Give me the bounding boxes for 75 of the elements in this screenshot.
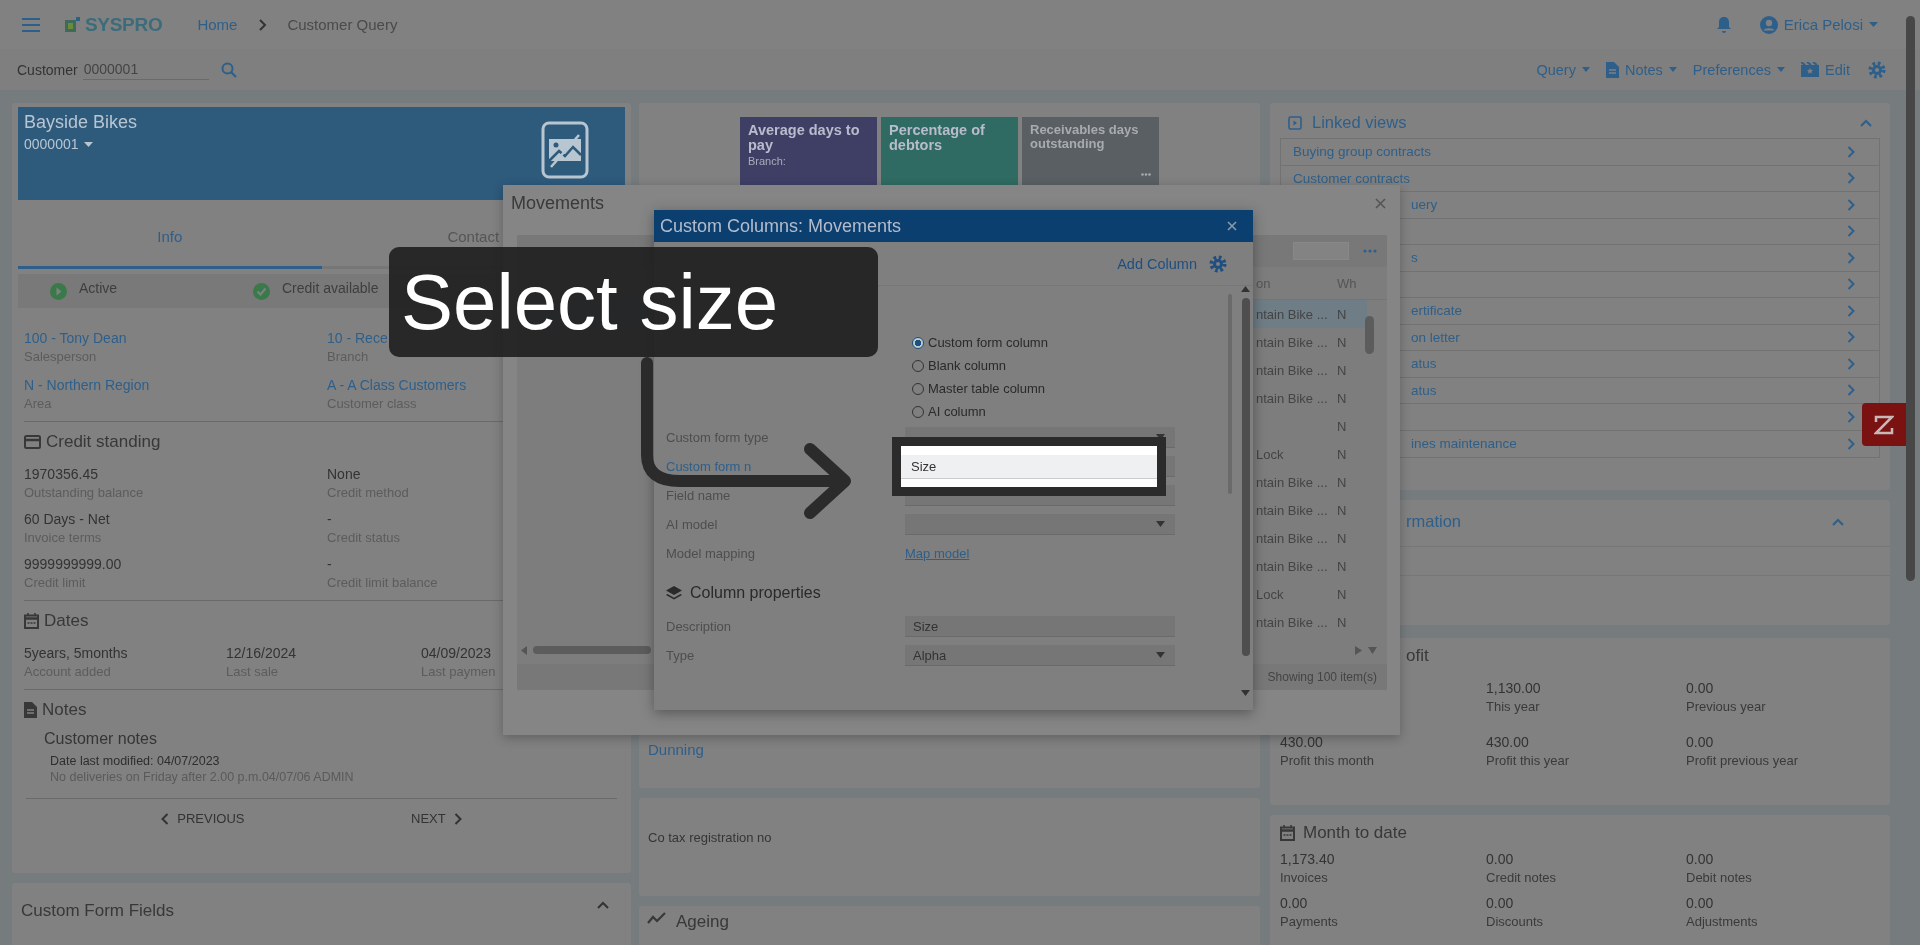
table-cell: ntain Bike ... bbox=[1256, 502, 1328, 518]
table-cell: N bbox=[1337, 474, 1347, 490]
field-label: Discounts bbox=[1486, 914, 1544, 929]
table-cell: N bbox=[1337, 558, 1347, 574]
customer-label: Customer bbox=[17, 61, 78, 78]
card-title: ofit bbox=[1406, 646, 1429, 666]
field-label: Debit notes bbox=[1686, 870, 1752, 885]
field-value: 9999999999.00 bbox=[24, 556, 122, 572]
section-heading: Column properties bbox=[690, 584, 821, 602]
section-title: Notes bbox=[42, 700, 87, 720]
field-value: 0.00 bbox=[1486, 851, 1515, 867]
field-label: Profit this year bbox=[1486, 753, 1570, 768]
field-label: This year bbox=[1486, 699, 1541, 714]
field-value: 5years, 5months bbox=[24, 645, 128, 661]
field-label: Previous year bbox=[1686, 699, 1766, 714]
field-value: 1970356.45 bbox=[24, 466, 99, 482]
window-title: Movements bbox=[511, 192, 605, 214]
table-cell: N bbox=[1337, 614, 1347, 630]
table-cell: ntain Bike ... bbox=[1256, 530, 1328, 546]
field-value: 60 Days - Net bbox=[24, 511, 110, 527]
field-label: Profit previous year bbox=[1686, 753, 1798, 768]
card-title: Month to date bbox=[1303, 823, 1407, 843]
card-title: Custom Form Fields bbox=[21, 901, 175, 921]
table-cell: ntain Bike ... bbox=[1256, 474, 1328, 490]
tile-title: Receivables days outstanding bbox=[1030, 123, 1140, 151]
field-value: 430.00 bbox=[1280, 734, 1324, 750]
customer-name: Bayside Bikes bbox=[24, 112, 139, 133]
field-label: Credit notes bbox=[1486, 870, 1557, 885]
field-value: 04/09/2023 bbox=[421, 645, 493, 661]
table-cell: N bbox=[1337, 390, 1347, 406]
status-text: Credit available bbox=[282, 280, 379, 296]
field-value: 1,130.00 bbox=[1486, 680, 1541, 696]
field-value: None bbox=[327, 466, 362, 482]
field-value: 12/16/2024 bbox=[226, 645, 297, 661]
card-title: Linked views bbox=[1312, 113, 1407, 132]
logo-text: SYSPRO bbox=[85, 13, 163, 36]
field-value: 0.00 bbox=[1686, 895, 1715, 911]
field-label: Custom form n bbox=[666, 459, 753, 474]
section-title: Credit standing bbox=[46, 432, 161, 452]
card-title: Ageing bbox=[676, 912, 729, 932]
tile-title: Percentage of debtors bbox=[889, 123, 986, 154]
card-title: rmation bbox=[1406, 512, 1462, 531]
table-cell: ntain Bike ... bbox=[1256, 558, 1328, 574]
table-cell: ntain Bike ... bbox=[1256, 614, 1328, 630]
dialog-title: Custom Columns: Movements bbox=[660, 215, 902, 237]
table-cell: N bbox=[1337, 306, 1347, 322]
field-value: 0.00 bbox=[1686, 851, 1715, 867]
field-value: 0.00 bbox=[1686, 680, 1715, 696]
table-cell: N bbox=[1337, 530, 1347, 546]
field-value: 0.00 bbox=[1486, 895, 1515, 911]
table-cell: N bbox=[1337, 334, 1347, 350]
field-value: - bbox=[327, 556, 333, 572]
table-cell: N bbox=[1337, 446, 1347, 462]
field-value: - bbox=[327, 511, 333, 527]
field-value: 430.00 bbox=[1486, 734, 1530, 750]
notes-modified: Date last modified: 04/07/2023 bbox=[50, 754, 221, 768]
table-cell: N bbox=[1337, 586, 1347, 602]
field-label: Co tax registration no bbox=[648, 830, 772, 845]
status-text: Active bbox=[79, 280, 118, 296]
notes-title: Customer notes bbox=[44, 730, 158, 748]
field-label: Invoices bbox=[1280, 870, 1329, 885]
field-label: Payments bbox=[1280, 914, 1338, 929]
table-cell: N bbox=[1337, 502, 1347, 518]
field-value: 0.00 bbox=[1686, 734, 1715, 750]
field-value: 0.00 bbox=[1280, 895, 1309, 911]
field-value: 1,173.40 bbox=[1280, 851, 1335, 867]
tile-subtitle: Branch: bbox=[748, 155, 787, 168]
field-label: Adjustments bbox=[1686, 914, 1758, 929]
instruction-tooltip: Select size bbox=[389, 247, 878, 357]
table-cell: Lock bbox=[1256, 586, 1284, 602]
tile-title: Average days to pay bbox=[748, 123, 861, 154]
section-title: Dates bbox=[44, 611, 89, 631]
table-cell: Lock bbox=[1256, 446, 1284, 462]
table-cell: N bbox=[1337, 362, 1347, 378]
field-label: Profit this month bbox=[1280, 753, 1374, 768]
